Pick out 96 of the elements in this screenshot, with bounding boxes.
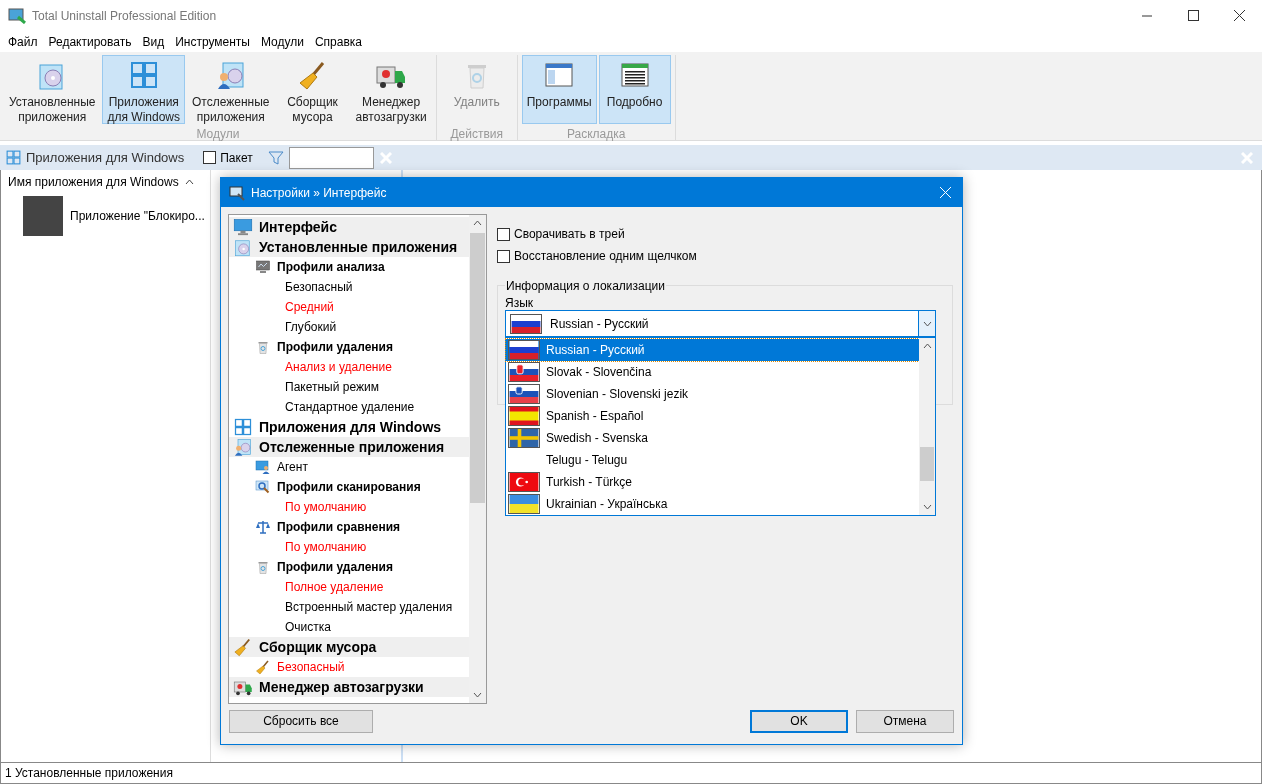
flag-icon [508,494,540,514]
tree-item[interactable]: Безопасный [229,657,469,677]
tree-item[interactable]: Профили удаления [229,557,469,577]
tree-item[interactable]: Профили сканирования [229,477,469,497]
tree-item[interactable]: Очистка [229,617,469,637]
checkbox-label: Сворачивать в трей [514,226,625,243]
broom-icon [255,659,271,675]
ribbon-button[interactable]: Приложения для Windows [102,55,185,124]
tree-item[interactable]: Отслеженные приложения [229,437,469,457]
sort-caret-icon [184,179,194,185]
dialog-button[interactable]: Сбросить все [229,709,373,733]
ribbon-button[interactable]: Установленные приложения [4,55,101,124]
flag-icon [510,313,542,334]
tree-item[interactable]: Агент [229,457,469,477]
menu-item[interactable]: Файл [8,32,38,51]
toolbar-title: Приложения для Windows [26,148,185,167]
tree-item[interactable]: Установленные приложения [229,237,469,257]
dialog-button[interactable]: OK [750,709,848,733]
checkbox[interactable] [203,151,217,164]
filter-field[interactable] [288,146,374,169]
disc-box-icon [233,237,253,257]
flag-icon [508,362,540,382]
tree-item[interactable]: По умолчанию [229,497,469,517]
monitor-user-icon [255,459,271,475]
tree-item[interactable]: Сборщик мусора [229,637,469,657]
tree-item[interactable]: По умолчанию [229,537,469,557]
flag-icon [508,384,540,404]
close-icon[interactable] [940,187,951,198]
tree-item[interactable]: Встроенный мастер удаления [229,597,469,617]
tree-item[interactable]: Интерфейс [229,217,469,237]
broom-icon [233,637,253,657]
dialog-button[interactable]: Отмена [856,709,954,733]
filter-icon[interactable] [267,149,284,166]
menu-item[interactable]: Инструменты [175,32,250,51]
tree-item[interactable]: Профили анализа [229,257,469,277]
ribbon-button[interactable]: Сборщик мусора [276,55,349,124]
scales-icon [255,519,271,535]
tree-item[interactable]: Профили удаления [229,337,469,357]
scroll-thumb[interactable] [470,233,485,503]
language-option[interactable]: Slovenian - Slovenski jezik [506,383,919,405]
app-icon [8,7,26,24]
checkbox-label: Восстановление одним щелчком [514,248,697,265]
group-label: Раскладка [566,126,626,143]
list-row[interactable]: Приложение "Блокиро... [70,207,205,225]
tree-item[interactable]: Безопасный [229,277,469,297]
flag-icon [508,406,540,426]
group-label: Действия [450,126,503,143]
tree-item[interactable]: Менеджер автозагрузки [229,677,469,697]
window-title: Total Uninstall Professional Edition [32,7,217,25]
magnifier-icon [255,479,271,495]
flag-icon [508,428,540,448]
language-dropdown[interactable]: Russian - Русский [505,310,936,337]
ribbon-button[interactable]: Программы [521,55,597,124]
language-option[interactable]: Spanish - Español [506,405,919,427]
checkbox[interactable] [497,227,510,241]
tree-item[interactable]: Пакетный режим [229,377,469,397]
tree-item[interactable]: Анализ и удаление [229,357,469,377]
tree-item[interactable]: Глубокий [229,317,469,337]
tree-item[interactable]: Средний [229,297,469,317]
flag-icon [508,472,540,492]
app-tile [23,196,63,236]
checkbox[interactable] [497,249,510,263]
windows-tiles-icon [233,417,253,437]
ribbon-button[interactable]: Подробно [598,55,671,124]
scroll-thumb[interactable] [920,447,934,481]
status-bar: 1 Установленные приложения [0,762,1262,784]
dialog-title: Настройки » Интерфейс [251,184,387,202]
monitor-chart-icon [255,259,271,275]
menu-item[interactable]: Справка [314,32,363,51]
tree-item[interactable]: Приложения для Windows [229,417,469,437]
column-header[interactable]: Имя приложения для Windows [1,170,210,194]
menu-item[interactable]: Модули [260,32,304,51]
chevron-down-icon [922,320,932,327]
language-option[interactable]: Ukrainian - Українська [506,493,919,515]
language-option[interactable]: Swedish - Svenska [506,427,919,449]
language-option[interactable]: Slovak - Slovenčina [506,361,919,383]
settings-monitor-icon [229,184,245,201]
monitor-icon [233,217,253,237]
menu-item[interactable]: Редактировать [48,32,132,51]
scrollbar[interactable] [469,215,486,703]
disc-user-icon [233,437,253,457]
language-option[interactable]: Turkish - Türkçe [506,471,919,493]
ribbon-button[interactable]: Менеджер автозагрузки [350,55,432,124]
language-option[interactable]: Telugu - Telugu [506,449,919,471]
windows-tiles-icon [5,149,22,166]
menu-item[interactable]: Вид [142,32,165,51]
language-option[interactable]: Russian - Русский [506,339,919,361]
flag-icon [508,340,540,360]
tree-item[interactable]: Полное удаление [229,577,469,597]
field-label: Язык [505,295,534,312]
group-label: Модули [196,126,240,143]
scrollbar[interactable] [919,338,935,515]
ribbon-button[interactable]: Отслеженные приложения [187,55,275,124]
tree-item[interactable]: Профили сравнения [229,517,469,537]
checkbox-label: Пакет [220,149,253,167]
tree-item[interactable]: Стандартное удаление [229,397,469,417]
